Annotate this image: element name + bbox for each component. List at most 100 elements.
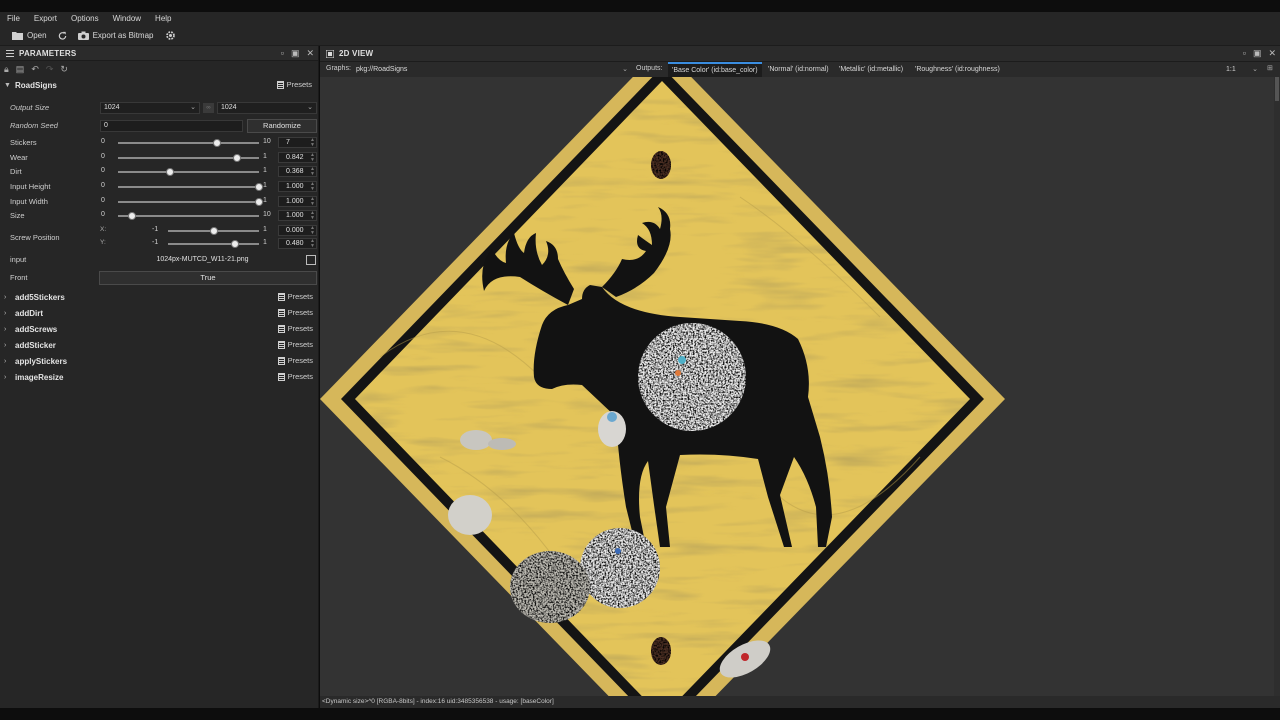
slider-handle[interactable] bbox=[209, 227, 218, 235]
slider-handle[interactable] bbox=[231, 240, 240, 248]
lock-icon[interactable]: 🔒︎ bbox=[4, 64, 9, 75]
spinner-icon[interactable]: ▲ ▼ bbox=[310, 138, 315, 148]
graphs-label: Graphs: bbox=[326, 65, 351, 72]
output-tab-normal[interactable]: 'Normal' (id:normal) bbox=[768, 62, 829, 77]
vertical-scrollbar[interactable] bbox=[1274, 77, 1280, 708]
chevron-down-icon: ⌄ bbox=[307, 104, 313, 111]
input-file-field[interactable]: 1024px-MUTCD_W11-21.png bbox=[100, 254, 302, 266]
front-toggle[interactable]: True bbox=[99, 271, 317, 285]
spinner-icon[interactable]: ▲ ▼ bbox=[310, 197, 315, 207]
slider-min: 0 bbox=[101, 197, 105, 204]
random-seed-label: Random Seed bbox=[10, 121, 58, 130]
presets-button[interactable]: Presets bbox=[277, 308, 313, 317]
slider-track[interactable] bbox=[118, 198, 263, 206]
slider-track[interactable] bbox=[118, 154, 259, 162]
float-panel-icon[interactable]: ▫ bbox=[1243, 48, 1246, 59]
scrollbar-thumb[interactable] bbox=[1275, 77, 1279, 101]
export-bitmap-button[interactable]: Export as Bitmap bbox=[77, 31, 154, 40]
group-addscrews[interactable]: › addScrews Presets bbox=[0, 321, 319, 337]
presets-button[interactable]: Presets bbox=[277, 292, 313, 301]
output-tab-base-color[interactable]: 'Base Color' (id:base_color) bbox=[668, 62, 762, 77]
slider-value-field[interactable]: 1.000 ▲ ▼ bbox=[278, 196, 317, 207]
group-imageresize[interactable]: › imageResize Presets bbox=[0, 369, 319, 385]
slider-handle[interactable] bbox=[255, 183, 263, 191]
save-icon[interactable]: ▤ bbox=[16, 64, 25, 75]
graphs-select[interactable]: pkg://RoadSigns ⌄ bbox=[353, 64, 631, 75]
output-tab-metallic[interactable]: 'Metallic' (id:metallic) bbox=[839, 62, 903, 77]
slider-handle[interactable] bbox=[232, 154, 241, 162]
main-toolbar: Open Export as Bitmap bbox=[0, 26, 1280, 46]
outputs-label: Outputs: bbox=[636, 65, 663, 72]
slider-value-field[interactable]: 7 ▲ ▼ bbox=[278, 137, 317, 148]
spinner-icon[interactable]: ▲ ▼ bbox=[310, 226, 315, 236]
output-height-select[interactable]: 1024 ⌄ bbox=[217, 102, 317, 114]
undo-icon[interactable]: ↶ bbox=[31, 64, 39, 75]
slider-handle[interactable] bbox=[128, 212, 137, 220]
slider-handle[interactable] bbox=[255, 198, 263, 206]
slider-track[interactable] bbox=[118, 139, 259, 147]
menu-help[interactable]: Help bbox=[148, 12, 178, 26]
slider-track[interactable] bbox=[118, 168, 259, 176]
settings-button[interactable] bbox=[164, 29, 177, 42]
presets-button[interactable]: Presets bbox=[277, 324, 313, 333]
slider-track[interactable] bbox=[168, 227, 259, 235]
output-width-select[interactable]: 1024 ⌄ bbox=[100, 102, 200, 114]
slider-track[interactable] bbox=[118, 183, 263, 191]
group-roadsigns[interactable]: ▼ RoadSigns Presets bbox=[0, 77, 318, 93]
slider-track[interactable] bbox=[118, 212, 259, 220]
menu-export[interactable]: Export bbox=[27, 12, 64, 26]
slider-handle[interactable] bbox=[212, 139, 221, 147]
slider-row-dirt: Dirt 0 1 0.368 ▲ ▼ bbox=[0, 165, 319, 179]
random-seed-input[interactable]: 0 bbox=[100, 120, 243, 132]
spinner-icon[interactable]: ▲ ▼ bbox=[310, 167, 315, 177]
spinner-icon[interactable]: ▲ ▼ bbox=[310, 239, 315, 249]
slider-handle[interactable] bbox=[165, 168, 174, 176]
redo-icon[interactable]: ↷ bbox=[46, 64, 54, 75]
chevron-right-icon: › bbox=[4, 341, 7, 349]
presets-button[interactable]: Presets bbox=[276, 80, 312, 89]
parameters-header: PARAMETERS ▫ ▣ ✕ bbox=[0, 46, 318, 61]
slider-value-field[interactable]: 0.368 ▲ ▼ bbox=[278, 166, 317, 177]
slider-row-stickers: Stickers 0 10 7 ▲ ▼ bbox=[0, 136, 319, 150]
zoom-select[interactable]: 1:1 ⌄ bbox=[1223, 64, 1259, 75]
group-add5stickers[interactable]: › add5Stickers Presets bbox=[0, 289, 319, 305]
spinner-icon[interactable]: ▲ ▼ bbox=[310, 153, 315, 163]
group-applystickers[interactable]: › applyStickers Presets bbox=[0, 353, 319, 369]
reload-button[interactable] bbox=[57, 31, 68, 41]
slider-value-field[interactable]: 1.000 ▲ ▼ bbox=[278, 210, 317, 221]
group-adddirt[interactable]: › addDirt Presets bbox=[0, 305, 319, 321]
menu-file[interactable]: File bbox=[0, 12, 27, 26]
presets-button[interactable]: Presets bbox=[277, 340, 313, 349]
close-icon[interactable]: ✕ bbox=[1268, 48, 1276, 59]
image-picker-icon[interactable] bbox=[306, 255, 316, 265]
menu-window[interactable]: Window bbox=[106, 12, 148, 26]
reset-icon[interactable]: ↻ bbox=[60, 64, 68, 75]
output-tab-roughness[interactable]: 'Roughness' (id:roughness) bbox=[915, 62, 1000, 77]
slider-value-field[interactable]: 1.000 ▲ ▼ bbox=[278, 181, 317, 192]
maximize-panel-icon[interactable]: ▣ bbox=[291, 48, 300, 59]
view-options-icon[interactable]: ⊞ bbox=[1267, 64, 1273, 72]
slider-min: -1 bbox=[152, 239, 159, 246]
float-panel-icon[interactable]: ▫ bbox=[281, 48, 284, 59]
chevron-right-icon: › bbox=[4, 357, 7, 365]
random-seed-row: Random Seed 0 Randomize bbox=[0, 119, 319, 133]
chevron-down-icon: ⌄ bbox=[1252, 66, 1258, 73]
randomize-button[interactable]: Randomize bbox=[247, 119, 317, 133]
slider-value-field[interactable]: 0.480 ▲ ▼ bbox=[278, 238, 317, 249]
close-icon[interactable]: ✕ bbox=[306, 48, 314, 59]
spinner-icon[interactable]: ▲ ▼ bbox=[310, 182, 315, 192]
slider-value: 1.000 bbox=[286, 212, 304, 219]
slider-value-field[interactable]: 0.000 ▲ ▼ bbox=[278, 225, 317, 236]
texture-preview[interactable] bbox=[320, 77, 1274, 708]
group-addsticker[interactable]: › addSticker Presets bbox=[0, 337, 319, 353]
presets-button[interactable]: Presets bbox=[277, 372, 313, 381]
menu-options[interactable]: Options bbox=[64, 12, 106, 26]
link-icon[interactable]: ∞ bbox=[203, 103, 214, 113]
spinner-icon[interactable]: ▲ ▼ bbox=[310, 211, 315, 221]
slider-value: 1.000 bbox=[286, 183, 304, 190]
slider-track[interactable] bbox=[168, 240, 259, 248]
maximize-panel-icon[interactable]: ▣ bbox=[1253, 48, 1262, 59]
slider-value-field[interactable]: 0.842 ▲ ▼ bbox=[278, 152, 317, 163]
presets-button[interactable]: Presets bbox=[277, 356, 313, 365]
open-button[interactable]: Open bbox=[12, 31, 47, 40]
